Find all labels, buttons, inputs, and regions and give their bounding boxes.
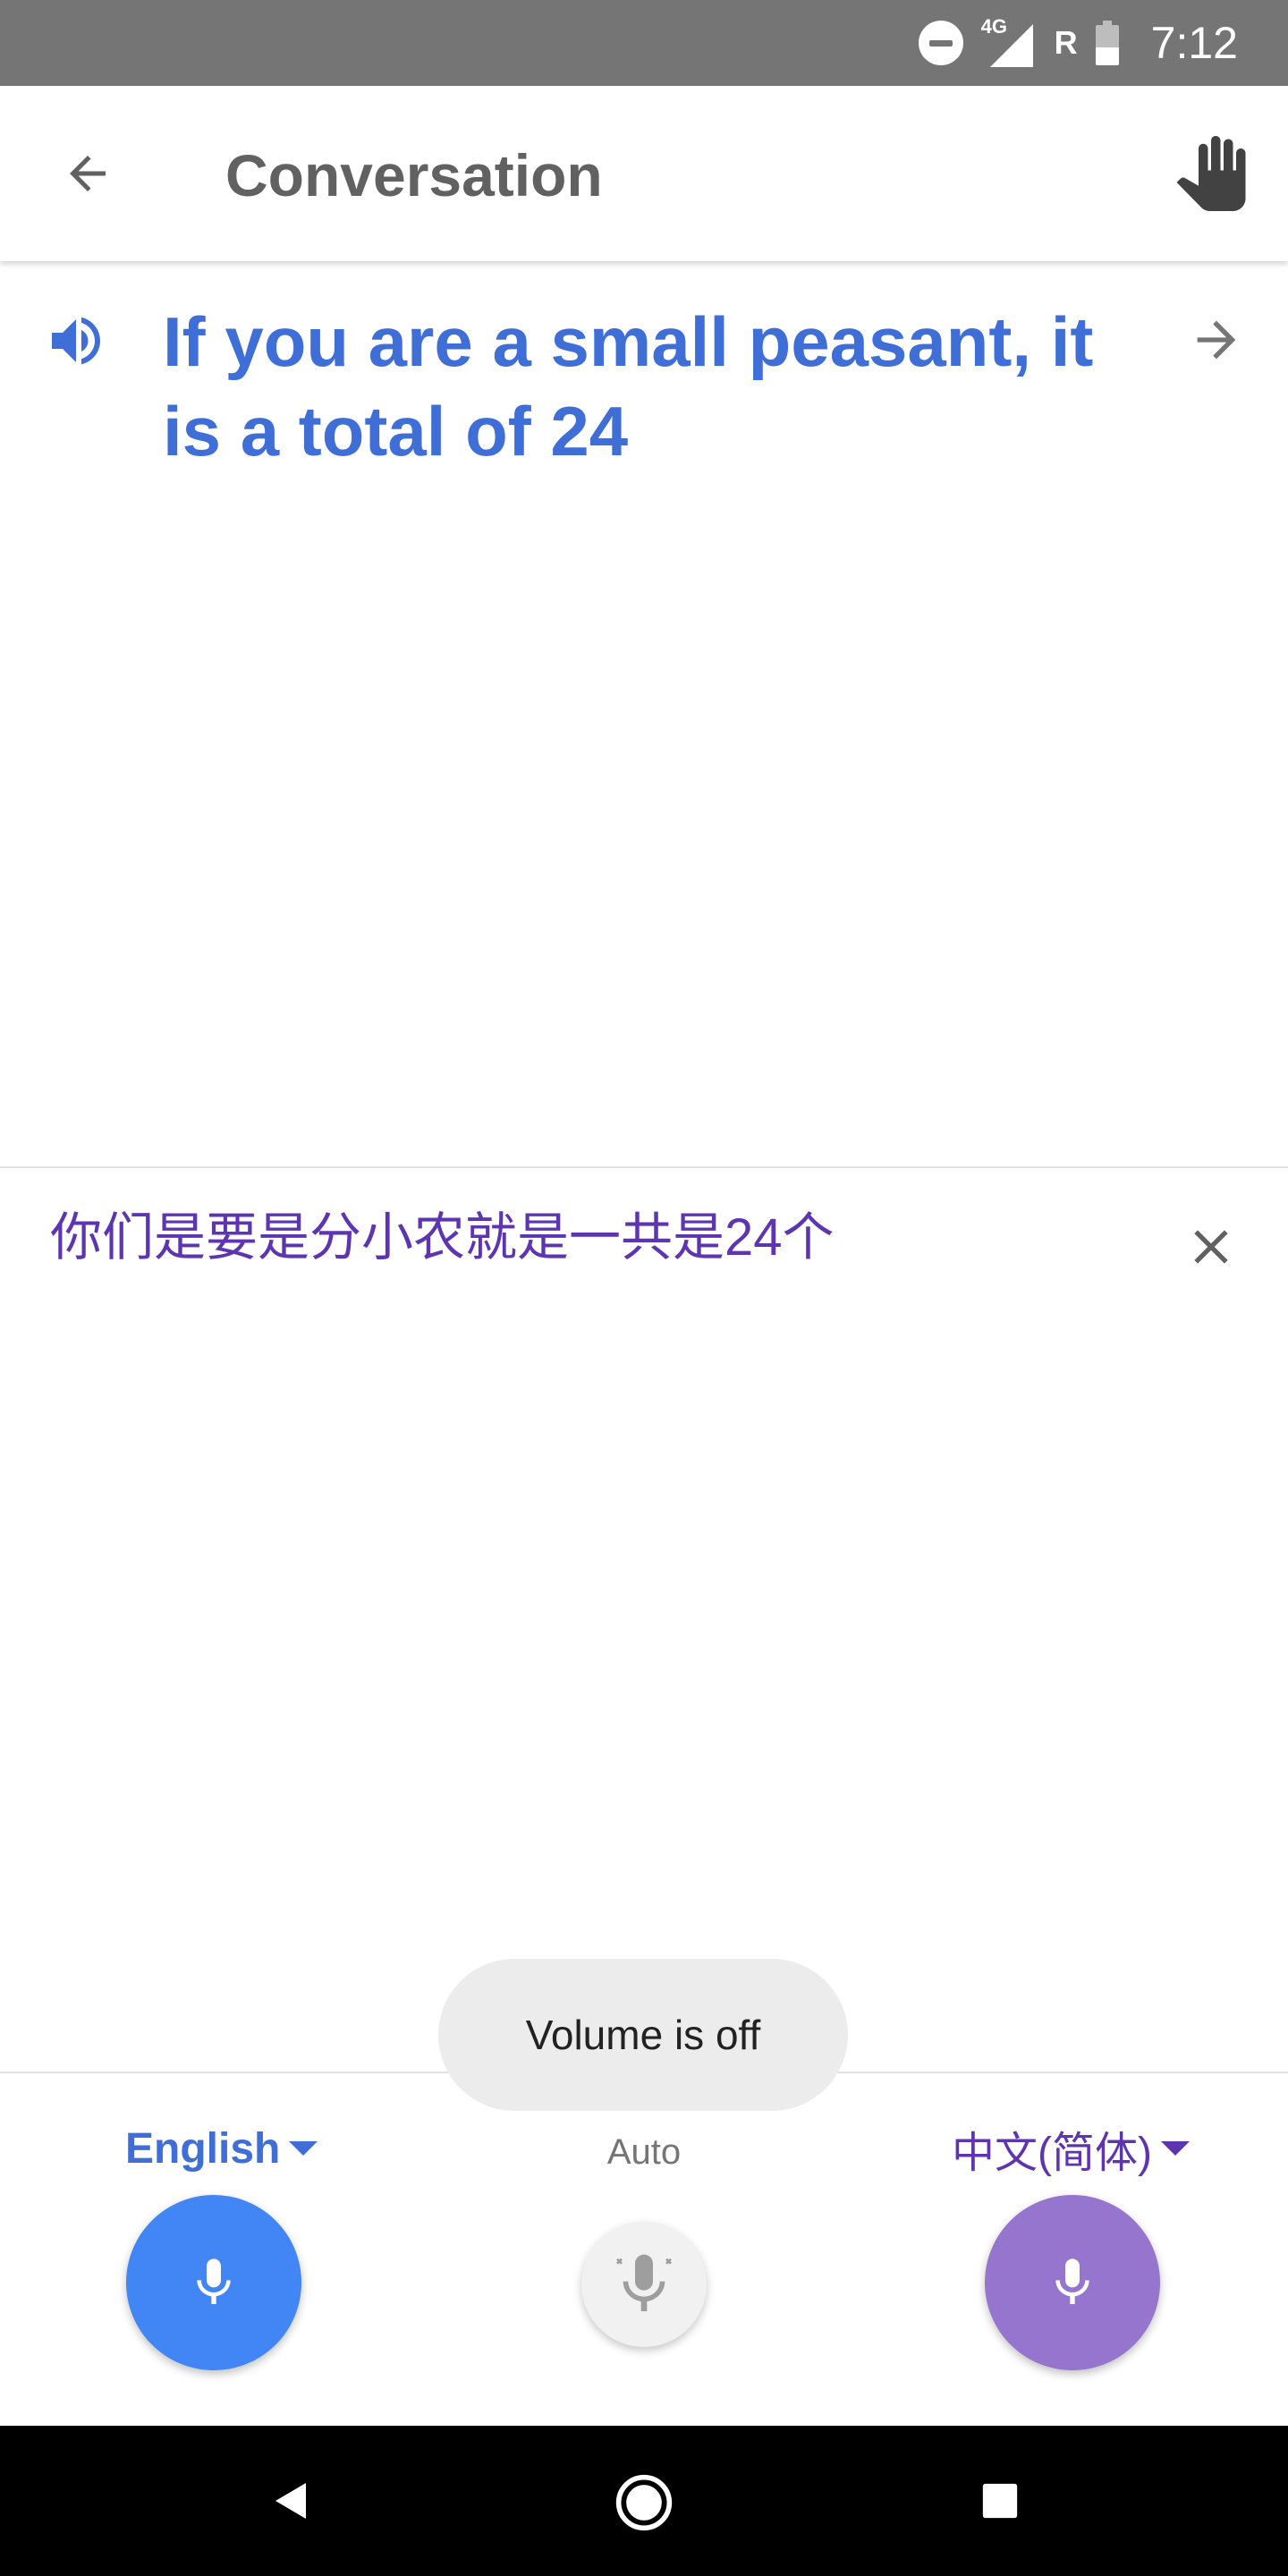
- arrow-left-icon: [70, 156, 106, 191]
- status-time: 7:12: [1150, 18, 1238, 68]
- close-icon: [1194, 1230, 1228, 1264]
- forward-button[interactable]: [1177, 301, 1256, 379]
- translated-text: If you are a small peasant, it is a tota…: [163, 302, 1094, 470]
- app-bar: Conversation: [0, 86, 1288, 261]
- speaker-button[interactable]: [36, 301, 116, 381]
- triangle-back-icon: [275, 2483, 306, 2519]
- chinese-language-selector[interactable]: 中文(简体): [952, 2122, 1190, 2177]
- roaming-indicator: R: [1054, 24, 1078, 61]
- chinese-language-label: 中文(简体): [952, 2130, 1152, 2177]
- microphone-icon: [197, 2258, 231, 2304]
- chinese-mic-button[interactable]: [985, 2195, 1160, 2370]
- microphone-auto-icon: [616, 2254, 672, 2311]
- volume-toast: Volume is off: [438, 1959, 848, 2111]
- back-button[interactable]: [50, 136, 125, 211]
- nav-recents-button[interactable]: [968, 2469, 1032, 2533]
- status-icons: 4G R 7:12: [918, 0, 1238, 86]
- speaker-icon: [52, 317, 100, 365]
- hand-icon: [1176, 136, 1246, 211]
- status-bar: 4G R 7:12: [0, 0, 1288, 86]
- nav-back-button[interactable]: [259, 2469, 324, 2533]
- auto-mic-button[interactable]: [581, 2222, 707, 2347]
- do-not-disturb-icon: [918, 21, 963, 65]
- source-text[interactable]: 你们是要是分小农就是一共是24个: [50, 1204, 1123, 1272]
- source-panel: 你们是要是分小农就是一共是24个: [0, 1168, 1288, 2072]
- arrow-right-icon: [1197, 320, 1236, 360]
- nav-home-button[interactable]: [610, 2469, 678, 2537]
- circle-home-icon: [615, 2474, 673, 2531]
- clear-button[interactable]: [1174, 1209, 1249, 1284]
- battery-icon: [1095, 21, 1119, 65]
- translation-panel: If you are a small peasant, it is a tota…: [0, 261, 1288, 1166]
- english-mic-button[interactable]: [126, 2195, 301, 2370]
- chevron-down-icon: [1160, 2141, 1190, 2156]
- cellular-signal-icon: 4G: [981, 15, 1037, 71]
- mic-controls: English Auto 中文(简体): [0, 2073, 1288, 2426]
- square-recents-icon: [982, 2483, 1018, 2519]
- page-title: Conversation: [225, 142, 603, 208]
- microphone-icon: [1055, 2258, 1089, 2304]
- system-nav-bar: [0, 2426, 1288, 2576]
- hand-button[interactable]: [1166, 129, 1256, 218]
